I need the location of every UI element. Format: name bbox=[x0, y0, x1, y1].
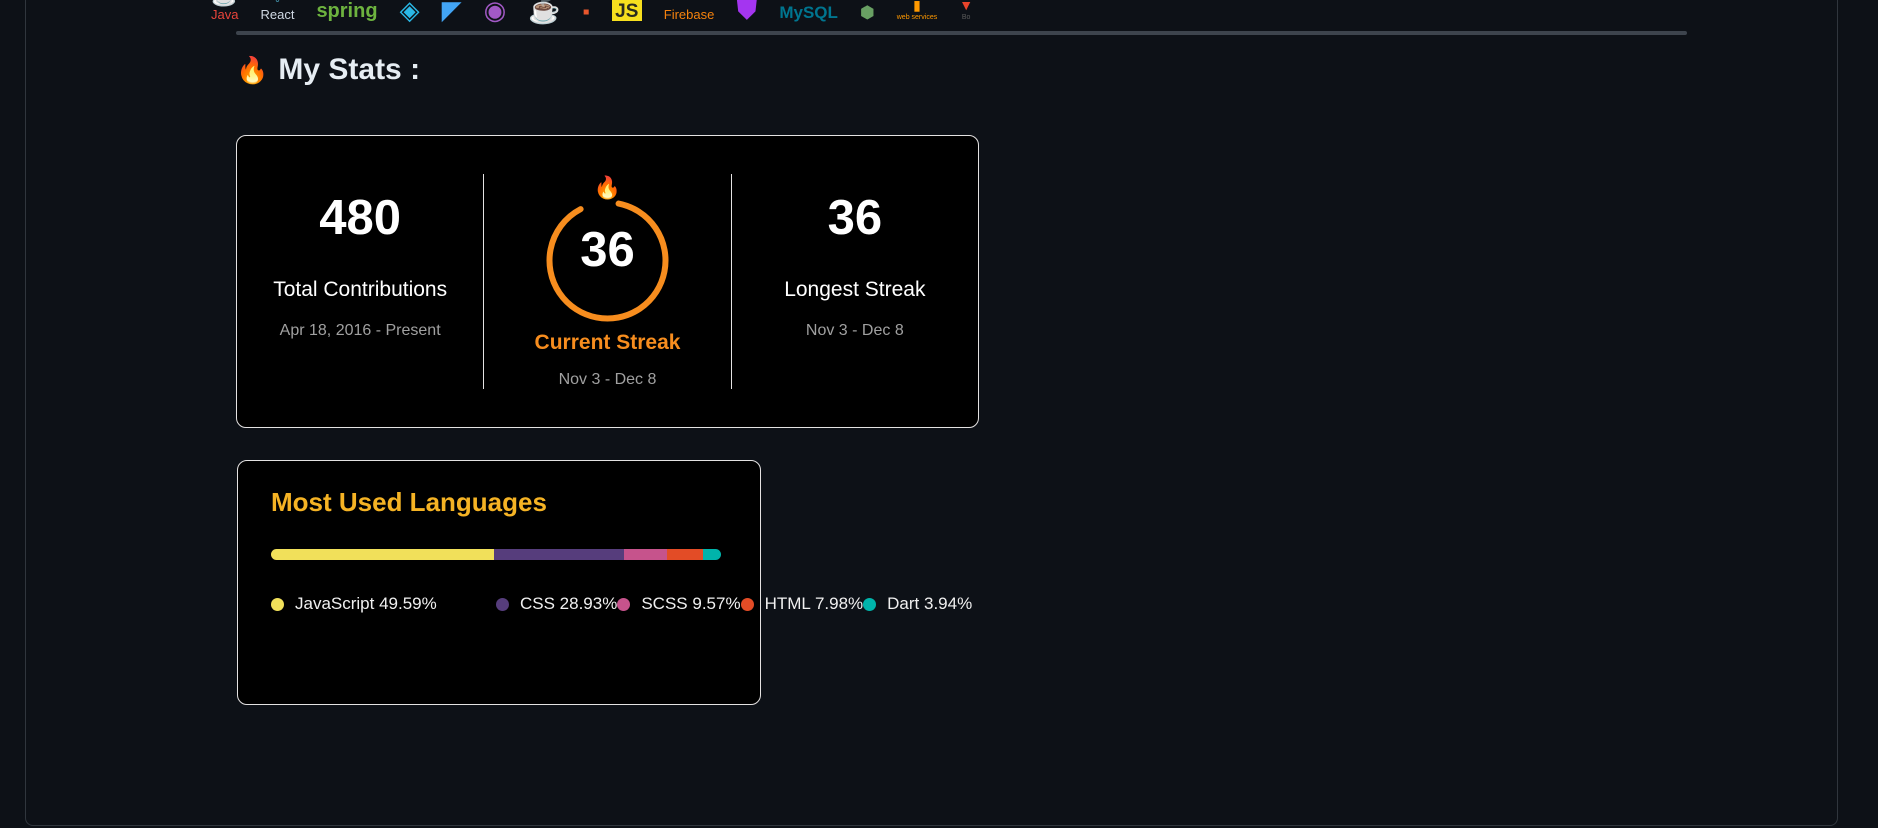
react-glyph: ⚛ bbox=[268, 0, 288, 6]
legend-item-dart: Dart 3.94% bbox=[863, 594, 972, 614]
firebase-icon: ▲ Firebase bbox=[664, 0, 715, 21]
legend-label-javascript: JavaScript 49.59% bbox=[295, 594, 437, 613]
legend-item-css: CSS 28.93% bbox=[496, 594, 617, 614]
ionic-icon: ⬝ bbox=[582, 0, 590, 25]
total-contributions-label: Total Contributions bbox=[273, 278, 448, 301]
page-root: ☕ Java ⚛ React spring ◈ ◤ ◉ bbox=[0, 0, 1878, 828]
current-streak-column: 🔥 36 Current Streak Nov 3 - Dec 8 bbox=[483, 174, 732, 389]
legend-label-html: HTML 7.98% bbox=[764, 594, 864, 613]
current-streak-label: Current Streak bbox=[534, 331, 681, 354]
dart-color-dot bbox=[863, 597, 877, 611]
readme-content: ☕ Java ⚛ React spring ◈ ◤ ◉ bbox=[26, 0, 1837, 825]
total-contributions-value: 480 bbox=[319, 191, 402, 245]
languages-card-title: Most Used Languages bbox=[271, 487, 547, 517]
ionic-glyph: ⬝ bbox=[582, 0, 590, 25]
javascript-color-dot bbox=[271, 597, 284, 611]
legend-label-scss: SCSS 9.57% bbox=[641, 594, 741, 613]
languages-progress-bar bbox=[271, 549, 721, 560]
flutter-icon: ◤ bbox=[441, 0, 462, 25]
lang-segment-html bbox=[667, 549, 704, 560]
page-title: 🔥 My Stats : bbox=[236, 53, 420, 87]
longest-streak-value: 36 bbox=[827, 191, 883, 245]
current-streak-value: 36 bbox=[580, 223, 635, 277]
java-caption: Java bbox=[211, 7, 239, 22]
react-icon: ⚛ React bbox=[260, 0, 294, 21]
vuejs-caption: Bo bbox=[961, 14, 971, 21]
java-glyph: ☕ bbox=[211, 0, 238, 6]
longest-streak-label: Longest Streak bbox=[784, 278, 926, 301]
html-color-dot bbox=[740, 597, 754, 611]
page-title-text: My Stats : bbox=[278, 53, 421, 86]
nodejs-icon: ⬢ bbox=[860, 0, 875, 21]
streak-flame-icon: 🔥 bbox=[593, 175, 622, 200]
mysql-caption: MySQL bbox=[779, 3, 838, 22]
fire-icon: 🔥 bbox=[236, 55, 269, 85]
longest-streak-range: Nov 3 - Dec 8 bbox=[805, 322, 904, 339]
legend-item-scss: SCSS 9.57% bbox=[617, 594, 741, 614]
readme-container: ☕ Java ⚛ React spring ◈ ◤ ◉ bbox=[25, 0, 1838, 826]
spring-caption: spring bbox=[316, 0, 378, 22]
firebase-glyph: ▲ bbox=[680, 0, 699, 6]
vuetify-icon: ⛊ bbox=[736, 0, 758, 25]
lang-segment-javascript bbox=[271, 549, 495, 560]
vuetify-glyph: ⛊ bbox=[736, 0, 758, 25]
aws-icon: ▮ web services bbox=[897, 0, 937, 21]
redux-icon: ◉ bbox=[483, 0, 507, 25]
mysql-icon: MySQL bbox=[779, 0, 838, 21]
firebase-caption: Firebase bbox=[663, 7, 715, 22]
javascript-glyph: JS bbox=[611, 0, 642, 21]
java-duke-glyph: ☕ bbox=[528, 0, 561, 25]
current-streak-range: Nov 3 - Dec 8 bbox=[558, 371, 657, 388]
legend-item-javascript: JavaScript 49.59% bbox=[271, 594, 496, 614]
nodejs-glyph: ⬢ bbox=[859, 3, 875, 22]
css-color-dot bbox=[496, 597, 509, 611]
scss-color-dot bbox=[617, 597, 631, 611]
lang-segment-dart bbox=[703, 549, 721, 560]
tech-icon-strip: ☕ Java ⚛ React spring ◈ ◤ ◉ bbox=[211, 0, 973, 25]
most-used-languages-card: Most Used Languages JavaScript 49.59% CS… bbox=[237, 460, 972, 705]
section-divider bbox=[236, 31, 1687, 35]
lang-segment-css bbox=[494, 549, 625, 560]
flutter-glyph: ◤ bbox=[441, 0, 462, 25]
java-icon: ☕ Java bbox=[211, 0, 238, 21]
legend-label-css: CSS 28.93% bbox=[520, 594, 618, 613]
vuejs-icon: ▼ Bo bbox=[959, 0, 973, 21]
total-contributions-range: Apr 18, 2016 - Present bbox=[279, 322, 441, 339]
aws-glyph: ▮ bbox=[913, 0, 921, 13]
spring-icon: spring bbox=[316, 0, 377, 21]
blender-glyph: ◈ bbox=[399, 0, 420, 25]
github-streak-stats-card: 480 Total Contributions Apr 18, 2016 - P… bbox=[236, 135, 979, 428]
java-duke-icon: ☕ bbox=[528, 0, 561, 25]
languages-legend: JavaScript 49.59% CSS 28.93% SCSS 9.57% … bbox=[271, 585, 972, 623]
redux-glyph: ◉ bbox=[483, 0, 507, 25]
blender-icon: ◈ bbox=[399, 0, 420, 25]
legend-label-dart: Dart 3.94% bbox=[887, 594, 973, 613]
aws-caption: web services bbox=[896, 14, 938, 21]
longest-streak-column: 36 Longest Streak Nov 3 - Dec 8 bbox=[732, 136, 978, 427]
legend-item-html: HTML 7.98% bbox=[740, 594, 864, 614]
vuejs-glyph: ▼ bbox=[959, 0, 974, 13]
react-caption: React bbox=[260, 7, 295, 22]
total-contributions-column: 480 Total Contributions Apr 18, 2016 - P… bbox=[237, 136, 483, 427]
current-streak-ring: 🔥 36 bbox=[541, 177, 674, 322]
lang-segment-scss bbox=[624, 549, 668, 560]
javascript-icon: JS bbox=[611, 0, 642, 21]
